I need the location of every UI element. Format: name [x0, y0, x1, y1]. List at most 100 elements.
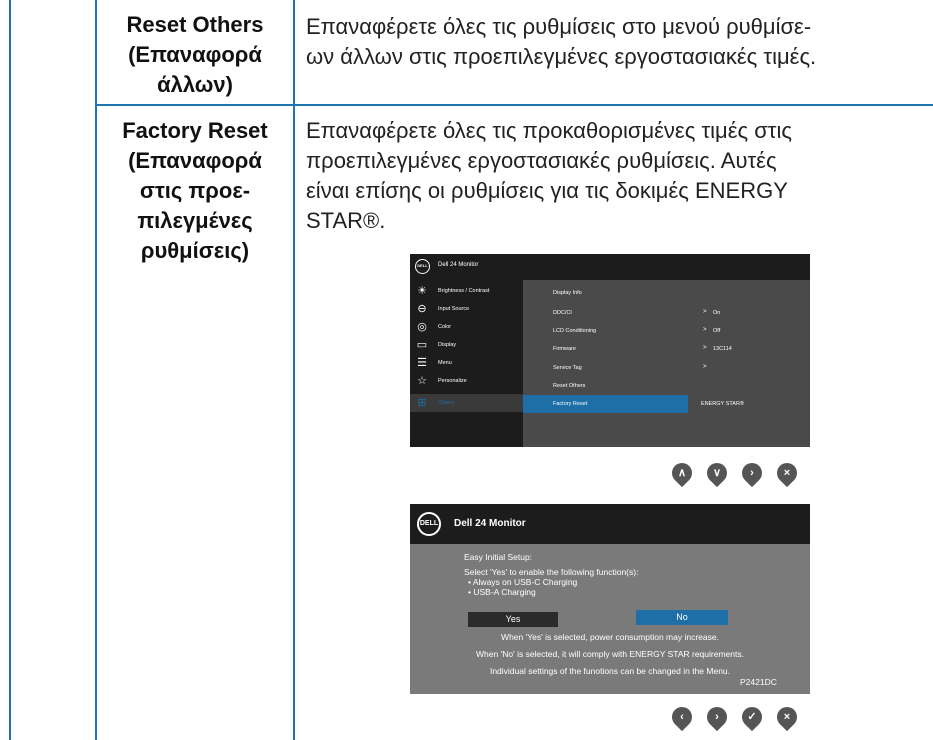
desc-line: Επαναφέρετε όλες τις ρυθμίσεις στο μενού… [306, 14, 812, 39]
close-button[interactable]: × [772, 702, 802, 732]
model-label: P2421DC [740, 677, 777, 687]
dialog-note: When 'Yes' is selected, power consumptio… [501, 632, 719, 642]
label-line: ρυθμίσεις) [140, 238, 250, 263]
table-column-divider [293, 0, 295, 740]
no-button[interactable]: No [636, 610, 728, 625]
menu-icon: ☰ [417, 357, 427, 369]
dialog-prompt: Select 'Yes' to enable the following fun… [464, 567, 639, 577]
dialog-note: Individual settings of the funotions can… [489, 666, 731, 676]
label-line: πιλεγμένες [137, 208, 253, 233]
chevron-right-icon: › [750, 467, 754, 479]
label-line: Reset Others [126, 12, 264, 37]
dialog-button-row: ‹ › ✓ × [667, 702, 802, 732]
osd-row-factory-reset[interactable]: Factory Reset ENERGY STAR® [523, 395, 810, 413]
chevron-left-icon: ‹ [680, 711, 684, 723]
label-line: (Επαναφορά [128, 148, 262, 173]
yes-button[interactable]: Yes [468, 612, 558, 627]
osd-row-service-tag[interactable]: Service Tag > [523, 359, 810, 377]
close-button[interactable]: × [772, 458, 802, 488]
osd-row-firmware[interactable]: Firmware >13C114 [523, 340, 810, 358]
row-desc-reset-others: Επαναφέρετε όλες τις ρυθμίσεις στο μενού… [306, 12, 926, 72]
desc-line: Επαναφέρετε όλες τις προκαθορισμένες τιμ… [306, 118, 792, 143]
osd-row-value: 13C114 [713, 346, 732, 352]
display-icon: ▭ [416, 339, 428, 351]
desc-line: προεπιλεγμένες εργοστασιακές ρυθμίσεις. … [306, 148, 777, 173]
sidebar-item-label: Input Source [438, 306, 470, 312]
dialog-bullet: • USB-A Charging [468, 587, 536, 597]
sidebar-item-label: Menu [438, 360, 452, 366]
osd-row-ddc-ci[interactable]: DDC/CI > On [523, 304, 810, 322]
osd-row-value: On [713, 310, 721, 316]
input-icon: ⊖ [417, 303, 427, 315]
osd-row-key: Service Tag [553, 365, 582, 371]
sidebar-item-label: Color [438, 324, 452, 330]
chevron-right-icon: > [703, 364, 707, 370]
label-line: (Επαναφορά [128, 42, 262, 67]
osd-row-value: ENERGY STAR® [701, 401, 744, 407]
sidebar-item-label: Personalize [438, 378, 467, 384]
table-label-left-border [95, 0, 97, 740]
table-left-border [9, 0, 11, 740]
sidebar-item-label: Display [438, 342, 457, 348]
sidebar-item-brightness[interactable]: ☀ Brightness / Contrast [410, 282, 523, 300]
osd-row-key: DDC/CI [553, 310, 572, 316]
chevron-right-icon: > [703, 309, 707, 315]
dialog-header: DELL Dell 24 Monitor [410, 504, 810, 544]
up-button[interactable]: ∧ [667, 458, 697, 488]
others-icon: ⊞ [417, 397, 427, 409]
sidebar-item-personalize[interactable]: ☆ Personalize [410, 372, 523, 390]
osd-menu: DELL Dell 24 Monitor ☀ Brightness / Contr… [410, 254, 810, 447]
table-row-divider [95, 104, 933, 106]
desc-line: είναι επίσης οι ρυθμίσεις για τις δοκιμέ… [306, 178, 788, 203]
chevron-up-icon: ∧ [677, 467, 687, 479]
label-line: Factory Reset [122, 118, 268, 143]
sidebar-item-color[interactable]: ◎ Color [410, 318, 523, 336]
osd-row-key: Reset Others [553, 383, 586, 389]
chevron-right-icon: > [703, 345, 707, 351]
label-line: στις προε- [139, 178, 251, 203]
close-icon: × [783, 711, 791, 723]
dialog-bullet: • Always on USB-C Charging [468, 577, 578, 587]
dialog-title: Dell 24 Monitor [454, 518, 526, 529]
osd-row-key: Firmware [553, 346, 576, 352]
dell-logo-icon: DELL [417, 512, 441, 536]
row-label-reset-others: Reset Others (Επαναφορά άλλων) [100, 10, 290, 100]
sidebar-item-label: Brightness / Contrast [438, 288, 490, 294]
osd-button-row: ∧ ∨ › × [667, 458, 802, 488]
osd-row-key: Display Info [553, 290, 582, 296]
osd-row-value: Off [713, 328, 721, 334]
close-icon: × [783, 467, 791, 479]
dialog-heading: Easy Initial Setup: [464, 552, 533, 562]
desc-line: STAR®. [306, 208, 386, 233]
sidebar-item-others[interactable]: ⊞ Others [410, 394, 523, 412]
label-line: άλλων) [157, 72, 233, 97]
osd-title: Dell 24 Monitor [438, 262, 479, 268]
right-button[interactable]: › [702, 702, 732, 732]
osd-row-key: Factory Reset [553, 401, 588, 407]
osd-row-key: LCD Conditioning [553, 328, 597, 334]
chevron-right-icon: > [703, 327, 707, 333]
setup-dialog: DELL Dell 24 Monitor Easy Initial Setup:… [410, 504, 810, 694]
chevron-down-icon: ∨ [712, 467, 722, 479]
osd-row-reset-others[interactable]: Reset Others [523, 377, 810, 395]
color-icon: ◎ [417, 321, 427, 333]
check-icon: ✓ [747, 711, 757, 723]
sidebar-item-menu[interactable]: ☰ Menu [410, 354, 523, 372]
desc-line: ων άλλων στις προεπιλεγμένες εργοστασιακ… [306, 44, 817, 69]
osd-row-lcd-conditioning[interactable]: LCD Conditioning > Off [523, 322, 810, 340]
sidebar-item-display[interactable]: ▭ Display [410, 336, 523, 354]
osd-row-display-info[interactable]: Display Info [523, 284, 810, 302]
dell-logo-icon: DELL [415, 259, 430, 274]
star-icon: ☆ [417, 375, 427, 387]
down-button[interactable]: ∨ [702, 458, 732, 488]
sun-icon: ☀ [417, 285, 427, 297]
dialog-note: When 'No' is selected, it will comply wi… [476, 649, 744, 659]
sidebar-item-label: Others [438, 400, 455, 406]
osd-header: DELL Dell 24 Monitor [410, 254, 810, 280]
right-button[interactable]: › [737, 458, 767, 488]
row-label-factory-reset: Factory Reset (Επαναφορά στις προε- πιλε… [100, 116, 290, 266]
left-button[interactable]: ‹ [667, 702, 697, 732]
confirm-button[interactable]: ✓ [737, 702, 767, 732]
sidebar-item-input-source[interactable]: ⊖ Input Source [410, 300, 523, 318]
row-desc-factory-reset: Επαναφέρετε όλες τις προκαθορισμένες τιμ… [306, 116, 926, 236]
